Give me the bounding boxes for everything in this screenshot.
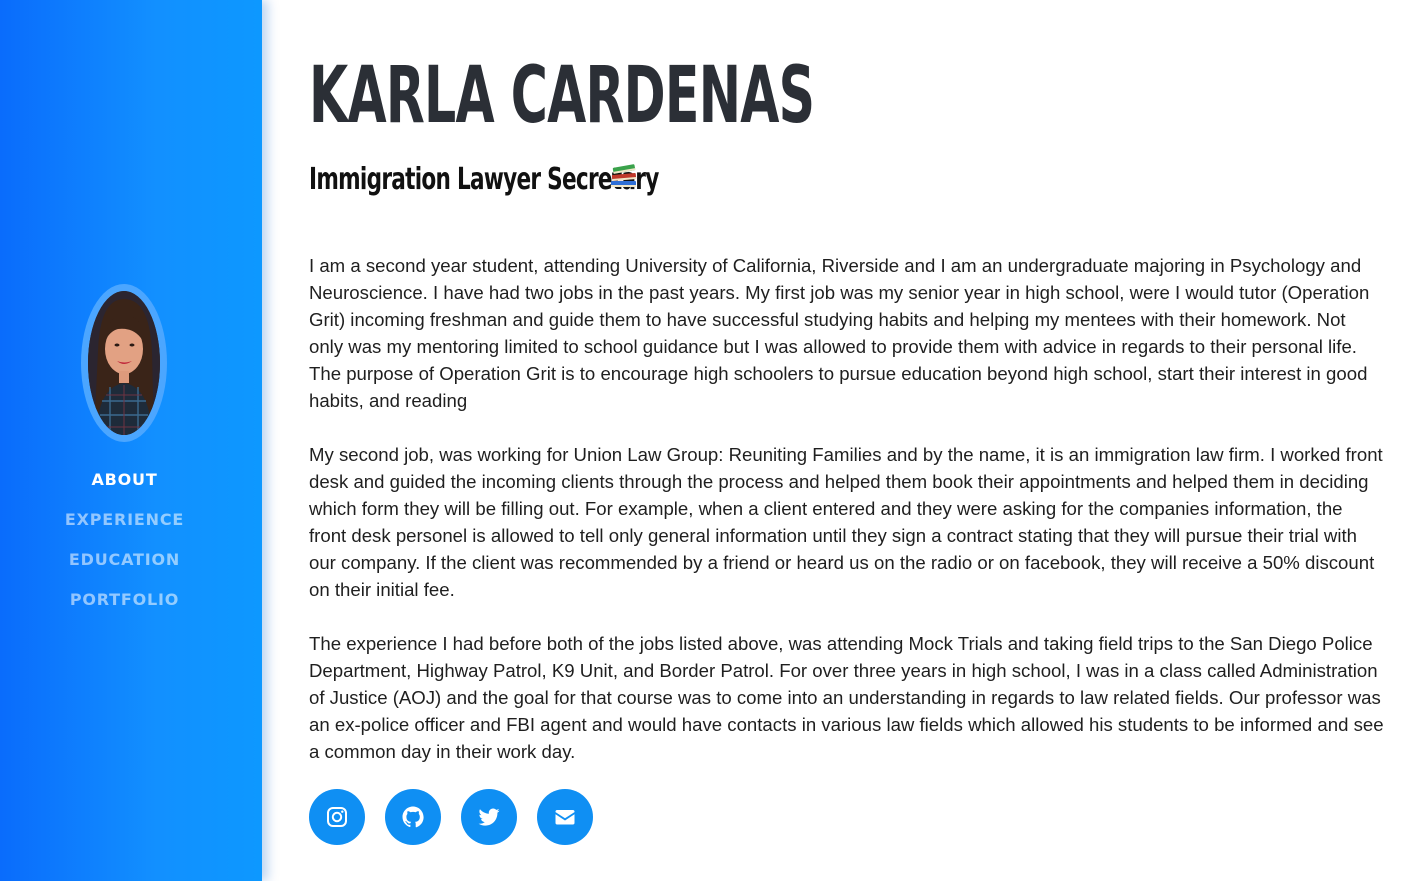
github-button[interactable] [385,789,441,845]
envelope-icon [555,810,575,825]
instagram-icon [327,807,347,827]
sidebar-nav: ABOUT EXPERIENCE EDUCATION PORTFOLIO [0,466,249,626]
nav-item-experience[interactable]: EXPERIENCE [0,506,249,546]
bio-paragraph: I am a second year student, attending Un… [309,255,1370,411]
twitter-button[interactable] [461,789,517,845]
github-icon [402,806,424,828]
avatar-photo [88,291,160,435]
twitter-icon [478,808,500,826]
nav-item-about[interactable]: ABOUT [0,466,249,506]
bio: I am a second year student, attending Un… [309,252,1384,792]
nav-item-portfolio[interactable]: PORTFOLIO [0,586,249,626]
avatar [88,291,160,435]
page-title: KARLA CARDENAS [309,51,815,141]
nav-item-education[interactable]: EDUCATION [0,546,249,586]
bio-paragraph: My second job, was working for Union Law… [309,444,1383,600]
job-title: Immigration Lawyer Secretary [309,162,659,197]
sidebar: ABOUT EXPERIENCE EDUCATION PORTFOLIO [0,0,262,881]
social-links [309,789,593,845]
books-emoji-icon [611,164,637,187]
bio-paragraph: The experience I had before both of the … [309,633,1384,762]
avatar-frame [81,284,167,442]
instagram-button[interactable] [309,789,365,845]
email-button[interactable] [537,789,593,845]
